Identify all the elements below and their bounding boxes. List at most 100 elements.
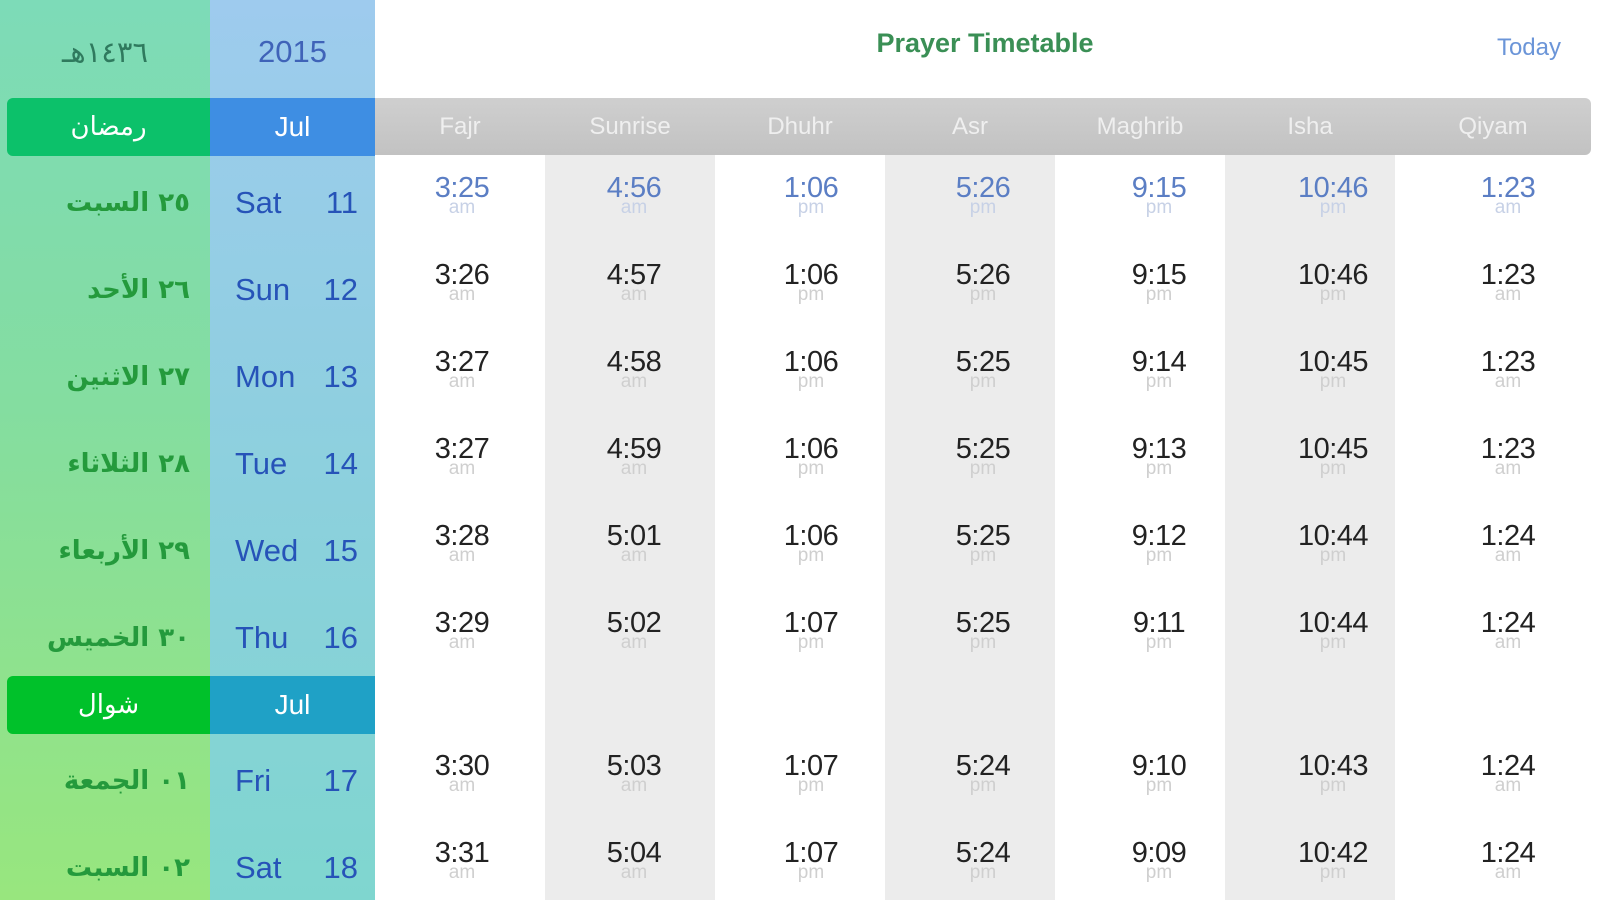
time-cell-isha: 10:44 pm: [1258, 608, 1408, 668]
time-cell-sunrise: 5:01 am: [559, 521, 709, 581]
am-pm-label: pm: [969, 545, 997, 566]
time-cell-isha: 10:44 pm: [1258, 521, 1408, 581]
day-number: 12: [323, 272, 358, 307]
am-pm-label: am: [620, 371, 648, 392]
time-cell-dhuhr: 1:07 pm: [736, 751, 886, 811]
time-cell-qiyam: 1:23 am: [1433, 434, 1583, 494]
time-cell-sunrise: 5:04 am: [559, 838, 709, 898]
day-number: 11: [325, 185, 358, 220]
time-cell-asr: 5:25 pm: [908, 347, 1058, 407]
time-cell-maghrib: 9:14 pm: [1084, 347, 1234, 407]
am-pm-label: am: [620, 197, 648, 218]
prayer-timetable-screen: ١٤٣٦هـ 2015 Prayer Timetable Today Fajr S…: [0, 0, 1599, 900]
am-pm-label: am: [448, 862, 476, 883]
am-pm-label: pm: [1145, 632, 1173, 653]
am-pm-label: pm: [1319, 371, 1347, 392]
time-cell-isha: 10:46 pm: [1258, 173, 1408, 233]
am-pm-label: pm: [1145, 371, 1173, 392]
time-cell-fajr: 3:27 am: [387, 347, 537, 407]
weekday-label: Sat: [235, 850, 282, 885]
am-pm-label: pm: [1319, 775, 1347, 796]
am-pm-label: pm: [1319, 632, 1347, 653]
am-pm-label: am: [1494, 862, 1522, 883]
weekday-label: Tue: [235, 446, 288, 481]
time-cell-dhuhr: 1:06 pm: [736, 173, 886, 233]
am-pm-label: pm: [969, 371, 997, 392]
time-cell-isha: 10:46 pm: [1258, 260, 1408, 320]
weekday-label: Sat: [235, 185, 282, 220]
time-cell-asr: 5:25 pm: [908, 521, 1058, 581]
time-cell-fajr: 3:26 am: [387, 260, 537, 320]
weekday-label: Sun: [235, 272, 291, 307]
am-pm-label: pm: [797, 632, 825, 653]
time-cell-sunrise: 4:58 am: [559, 347, 709, 407]
hijri-day-label: ٢٩ الأربعاء: [58, 536, 190, 566]
am-pm-label: pm: [797, 458, 825, 479]
time-cell-isha: 10:45 pm: [1258, 434, 1408, 494]
am-pm-label: pm: [1319, 284, 1347, 305]
am-pm-label: am: [620, 545, 648, 566]
am-pm-label: am: [620, 458, 648, 479]
time-cell-maghrib: 9:10 pm: [1084, 751, 1234, 811]
column-header-asr: Asr: [952, 112, 988, 140]
am-pm-label: am: [448, 545, 476, 566]
time-cell-isha: 10:43 pm: [1258, 751, 1408, 811]
am-pm-label: pm: [797, 862, 825, 883]
weekday-label: Wed: [235, 533, 299, 568]
am-pm-label: pm: [797, 545, 825, 566]
am-pm-label: pm: [797, 284, 825, 305]
column-header-dhuhr: Dhuhr: [767, 112, 833, 140]
am-pm-label: pm: [1145, 284, 1173, 305]
am-pm-label: pm: [1145, 545, 1173, 566]
time-cell-fajr: 3:31 am: [387, 838, 537, 898]
time-cell-asr: 5:26 pm: [908, 173, 1058, 233]
am-pm-label: pm: [797, 775, 825, 796]
am-pm-label: am: [448, 775, 476, 796]
day-number: 15: [323, 533, 358, 568]
time-cell-maghrib: 9:15 pm: [1084, 173, 1234, 233]
time-cell-asr: 5:25 pm: [908, 434, 1058, 494]
am-pm-label: am: [1494, 197, 1522, 218]
am-pm-label: pm: [1145, 197, 1173, 218]
time-cell-dhuhr: 1:06 pm: [736, 434, 886, 494]
time-cell-fajr: 3:27 am: [387, 434, 537, 494]
am-pm-label: pm: [969, 632, 997, 653]
time-cell-maghrib: 9:09 pm: [1084, 838, 1234, 898]
hijri-day-label: ٢٨ الثلاثاء: [67, 449, 190, 479]
time-cell-maghrib: 9:15 pm: [1084, 260, 1234, 320]
hijri-day-label: ٠١ الجمعة: [63, 766, 190, 796]
today-button[interactable]: Today: [1497, 34, 1561, 62]
am-pm-label: am: [1494, 632, 1522, 653]
weekday-label: Thu: [235, 620, 289, 655]
time-cell-qiyam: 1:23 am: [1433, 347, 1583, 407]
am-pm-label: am: [1494, 458, 1522, 479]
hijri-day-label: ٣٠ الخميس: [46, 623, 190, 653]
am-pm-label: am: [1494, 545, 1522, 566]
time-cell-sunrise: 4:56 am: [559, 173, 709, 233]
day-number: 14: [323, 446, 358, 481]
time-cell-asr: 5:24 pm: [908, 751, 1058, 811]
day-number: 17: [323, 763, 358, 798]
am-pm-label: pm: [1319, 862, 1347, 883]
am-pm-label: pm: [797, 197, 825, 218]
time-cell-fajr: 3:28 am: [387, 521, 537, 581]
column-header-isha: Isha: [1287, 112, 1333, 140]
time-cell-fajr: 3:25 am: [387, 173, 537, 233]
page-title: Prayer Timetable: [876, 28, 1094, 58]
hijri-day-label: ٢٦ الأحد: [87, 275, 190, 305]
time-cell-qiyam: 1:24 am: [1433, 838, 1583, 898]
hijri-year: ١٤٣٦هـ: [61, 35, 149, 69]
column-header-sunrise: Sunrise: [589, 112, 671, 140]
time-cell-qiyam: 1:24 am: [1433, 608, 1583, 668]
am-pm-label: am: [448, 284, 476, 305]
am-pm-label: pm: [1145, 458, 1173, 479]
am-pm-label: am: [448, 197, 476, 218]
am-pm-label: am: [1494, 775, 1522, 796]
hijri-month-header: شوال: [7, 676, 210, 734]
time-cell-isha: 10:45 pm: [1258, 347, 1408, 407]
time-cell-maghrib: 9:12 pm: [1084, 521, 1234, 581]
am-pm-label: pm: [1319, 458, 1347, 479]
time-cell-fajr: 3:30 am: [387, 751, 537, 811]
am-pm-label: pm: [969, 458, 997, 479]
am-pm-label: pm: [1145, 862, 1173, 883]
